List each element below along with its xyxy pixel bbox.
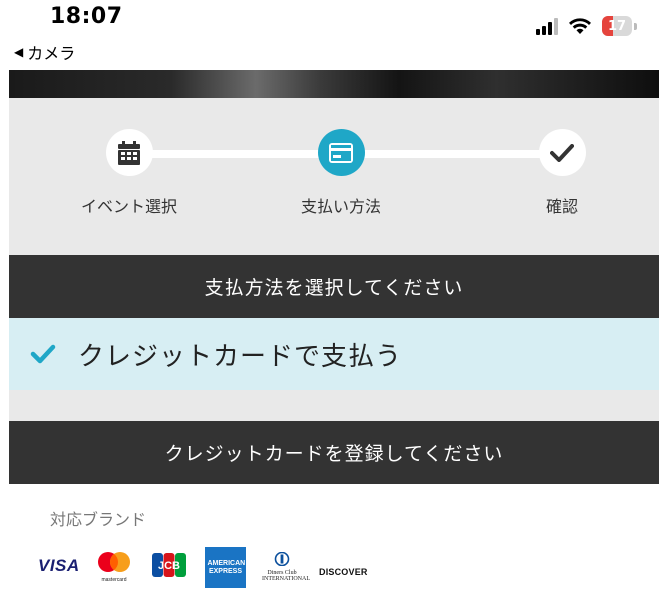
battery-icon: 17 bbox=[602, 16, 632, 36]
event-hero-image bbox=[9, 70, 659, 98]
wifi-icon bbox=[569, 18, 591, 34]
step-event-selection: イベント選択 bbox=[59, 129, 199, 217]
step-label: イベント選択 bbox=[80, 197, 177, 216]
step-label: 確認 bbox=[545, 197, 578, 216]
step-confirmation: 確認 bbox=[492, 129, 632, 217]
section-spacer bbox=[9, 390, 659, 421]
svg-text:JCB: JCB bbox=[158, 560, 180, 572]
step-circle-active bbox=[317, 129, 365, 176]
visa-logo: VISA bbox=[38, 556, 80, 575]
progress-stepper: イベント選択 支払い方法 確認 bbox=[9, 98, 659, 255]
payment-option-credit-card[interactable]: クレジットカードで支払う bbox=[9, 318, 659, 390]
step-payment-method: 支払い方法 bbox=[271, 129, 411, 217]
credit-card-icon bbox=[329, 142, 353, 163]
check-icon bbox=[550, 143, 574, 162]
back-triangle-icon: ◀ bbox=[14, 45, 24, 59]
selected-check-icon bbox=[30, 344, 56, 364]
payment-method-header: 支払方法を選択してください bbox=[9, 255, 659, 318]
mastercard-logo: mastercard bbox=[96, 551, 132, 583]
status-bar: 18:07 ◀ カメラ 17 bbox=[0, 0, 659, 70]
status-icons: 17 bbox=[536, 16, 637, 36]
diners-club-logo: Diners Club INTERNATIONAL bbox=[262, 551, 310, 582]
discover-logo: DISCOVER bbox=[319, 567, 368, 577]
card-registration-header: クレジットカードを登録してください bbox=[9, 421, 659, 484]
calendar-icon bbox=[118, 140, 140, 165]
supported-brands-title: 対応ブランド bbox=[50, 510, 147, 529]
jcb-logo: JCB bbox=[152, 553, 186, 581]
back-to-app-link[interactable]: ◀ カメラ bbox=[14, 40, 75, 64]
status-time: 18:07 bbox=[50, 4, 123, 29]
step-circle bbox=[105, 129, 153, 176]
step-label: 支払い方法 bbox=[300, 197, 381, 216]
battery-level: 17 bbox=[607, 18, 627, 34]
payment-option-label: クレジットカードで支払う bbox=[78, 341, 403, 372]
cellular-signal-icon bbox=[536, 17, 558, 35]
amex-logo: AMERICAN EXPRESS bbox=[205, 547, 246, 588]
back-label: カメラ bbox=[27, 44, 76, 63]
step-circle bbox=[538, 129, 586, 176]
